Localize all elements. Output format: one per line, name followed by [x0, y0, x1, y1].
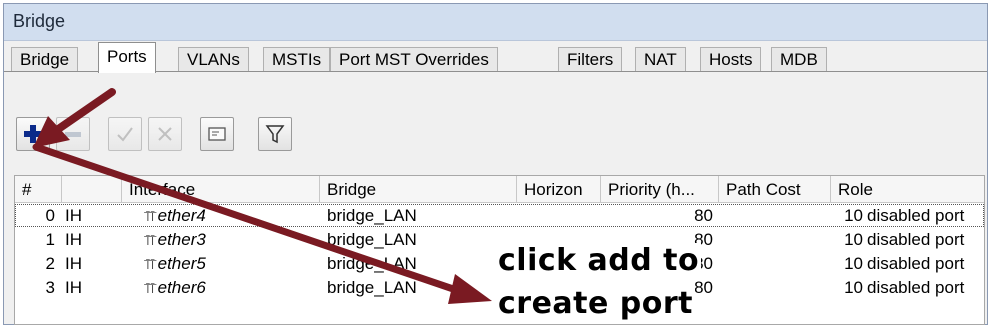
arrow-to-add	[50, 88, 116, 136]
arrow-to-table-head	[448, 274, 492, 304]
annotation-line-2: create port	[496, 286, 696, 321]
tab-ports[interactable]: Ports	[98, 42, 156, 73]
annotation-line-1: click add to	[496, 243, 702, 278]
arrow-to-table	[32, 143, 469, 297]
